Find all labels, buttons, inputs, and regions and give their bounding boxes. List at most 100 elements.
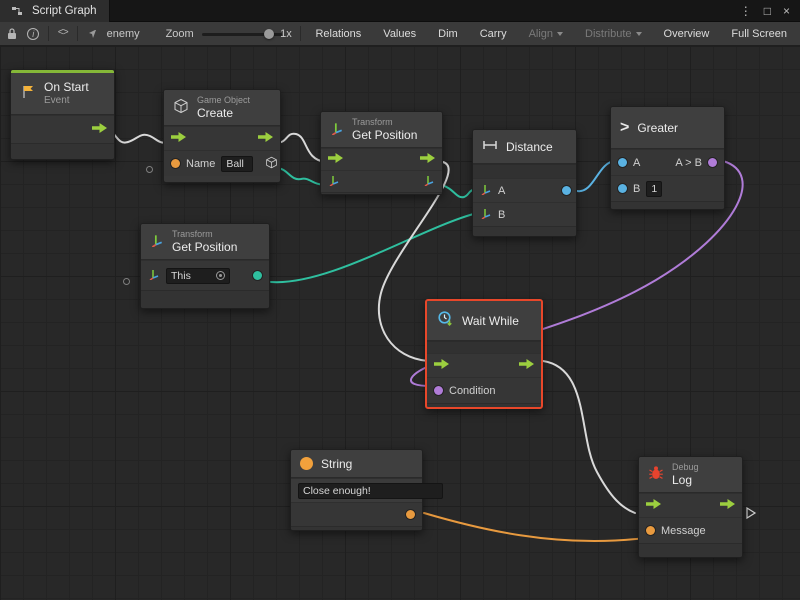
distribute-button[interactable]: Distribute	[578, 25, 648, 43]
node-title: Get Position	[172, 240, 237, 254]
toolbar-separator	[300, 26, 301, 41]
port-row: This	[141, 260, 269, 290]
fullscreen-button[interactable]: Full Screen	[724, 25, 794, 43]
node-subtitle: Event	[44, 95, 89, 107]
target-dropdown[interactable]: This	[166, 268, 230, 284]
string-value-field[interactable]	[298, 483, 443, 499]
wait-clock-icon	[436, 310, 454, 331]
window-titlebar: Script Graph ⋮ □ ×	[0, 0, 800, 22]
name-field[interactable]	[221, 156, 253, 172]
relation-indicator-icon	[745, 506, 757, 525]
graph-toolbar: i <> enemy Zoom 1x Relations Values Dim …	[0, 22, 800, 46]
node-category: Debug	[672, 462, 699, 473]
node-category: Transform	[352, 117, 417, 128]
node-footer	[11, 143, 114, 159]
graph-name[interactable]: enemy	[107, 28, 140, 40]
node-title: Get Position	[352, 128, 417, 142]
node-header[interactable]: > Greater	[611, 107, 724, 149]
close-icon[interactable]: ×	[783, 4, 790, 18]
control-out-port[interactable]	[519, 359, 534, 372]
align-button[interactable]: Align	[522, 25, 570, 43]
control-in-port[interactable]	[434, 359, 449, 372]
port-a-label: A	[498, 185, 505, 197]
dim-button[interactable]: Dim	[431, 25, 465, 43]
wire-waitwhile-to-log[interactable]	[543, 361, 635, 513]
node-get-position-b[interactable]: Transform Get Position This	[140, 223, 270, 309]
game-object-output-port[interactable]	[265, 156, 278, 172]
condition-input-port[interactable]	[434, 386, 443, 395]
values-button[interactable]: Values	[376, 25, 423, 43]
node-header[interactable]: Wait While	[427, 301, 541, 341]
control-in-port[interactable]	[646, 499, 661, 512]
node-title: Create	[197, 106, 250, 120]
node-footer	[427, 403, 541, 407]
transform-axes-icon	[330, 121, 344, 138]
port-row	[164, 126, 280, 150]
wire-position-to-distance-b[interactable]	[271, 213, 477, 282]
tab-script-graph[interactable]: Script Graph	[0, 0, 110, 22]
node-header[interactable]: Distance	[473, 130, 576, 164]
vector3-input-port-a[interactable]	[480, 183, 492, 198]
node-header[interactable]: Transform Get Position	[321, 112, 442, 148]
port-row	[321, 170, 442, 192]
node-footer	[639, 543, 742, 557]
message-label: Message	[661, 525, 706, 537]
b-value-field[interactable]	[646, 181, 662, 197]
node-wait-while[interactable]: Wait While Condition	[425, 299, 543, 409]
node-greater[interactable]: > Greater A A > B B	[610, 106, 725, 210]
wire-string-to-message[interactable]	[424, 513, 645, 541]
node-on-start-event[interactable]: On Start Event	[10, 69, 115, 160]
control-in-port[interactable]	[171, 132, 186, 145]
node-game-object-create[interactable]: Game Object Create Name	[163, 89, 281, 183]
maximize-icon[interactable]: □	[764, 4, 771, 18]
wire-onstart-to-create[interactable]	[106, 131, 168, 143]
node-get-position-a[interactable]: Transform Get Position	[320, 111, 443, 195]
transform-axes-icon	[150, 233, 164, 250]
transform-input-port[interactable]	[328, 174, 340, 189]
port-row: A	[473, 178, 576, 202]
wire-gameobject-to-transform[interactable]	[276, 168, 326, 185]
script-graph-icon	[8, 2, 26, 20]
control-out-port[interactable]	[258, 132, 273, 145]
window-controls: ⋮ □ ×	[740, 4, 800, 18]
vector3-output-port[interactable]	[423, 174, 435, 189]
control-in-port[interactable]	[328, 153, 343, 166]
node-footer	[291, 526, 422, 530]
menu-icon[interactable]: ⋮	[740, 4, 752, 18]
node-header[interactable]: Game Object Create	[164, 90, 280, 126]
info-icon[interactable]: i	[27, 25, 40, 43]
node-title: On Start	[44, 80, 89, 94]
relations-button[interactable]: Relations	[308, 25, 368, 43]
node-title: Log	[672, 473, 699, 487]
graph-canvas[interactable]: On Start Event Game Object Create	[0, 46, 800, 600]
input-port-a[interactable]	[618, 158, 627, 167]
transform-input-port[interactable]	[148, 268, 160, 283]
code-icon[interactable]: <>	[56, 25, 69, 43]
zoom-slider-handle[interactable]	[264, 29, 274, 39]
node-distance[interactable]: Distance A B	[472, 129, 577, 237]
node-header[interactable]: Transform Get Position	[141, 224, 269, 260]
carry-button[interactable]: Carry	[473, 25, 514, 43]
message-input-port[interactable]	[646, 526, 655, 535]
lock-icon[interactable]	[6, 25, 19, 43]
node-header[interactable]: Debug Log	[639, 457, 742, 493]
node-debug-log[interactable]: Debug Log Message	[638, 456, 743, 558]
distance-output-port[interactable]	[562, 186, 571, 195]
name-input-port[interactable]	[171, 159, 180, 168]
chevron-down-icon	[636, 32, 642, 36]
overview-button[interactable]: Overview	[657, 25, 717, 43]
wire-create-to-getposition[interactable]	[276, 134, 326, 162]
vector3-output-port[interactable]	[253, 271, 262, 280]
zoom-slider[interactable]	[202, 27, 259, 41]
control-out-port[interactable]	[92, 123, 107, 136]
input-port-b[interactable]	[618, 184, 627, 193]
control-out-port[interactable]	[720, 499, 735, 512]
string-output-port[interactable]	[406, 510, 415, 519]
control-out-port[interactable]	[420, 153, 435, 166]
distance-ruler-icon	[482, 139, 498, 154]
node-string-literal[interactable]: String	[290, 449, 423, 531]
node-header[interactable]: String	[291, 450, 422, 478]
vector3-input-port-b[interactable]	[480, 207, 492, 222]
node-header[interactable]: On Start Event	[11, 73, 114, 115]
boolean-output-port[interactable]	[708, 158, 717, 167]
